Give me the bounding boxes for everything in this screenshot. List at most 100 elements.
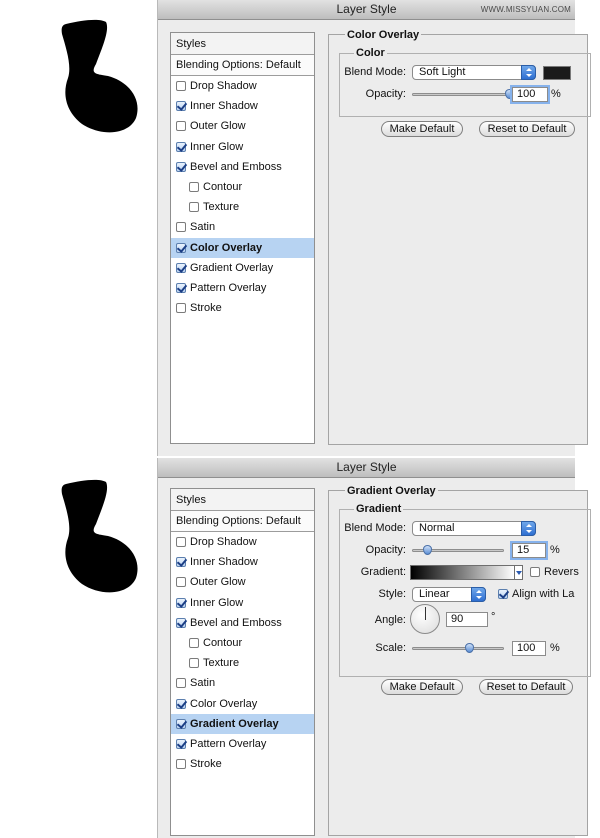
checkbox-checked-icon[interactable] [176,242,186,253]
reset-to-default-button[interactable]: Reset to Default [479,121,575,137]
opacity-unit: % [550,544,560,556]
scale-input[interactable]: 100 [512,641,546,656]
slider-thumb-icon[interactable] [464,643,474,653]
checkbox-icon[interactable] [176,537,186,548]
style-item-color-overlay[interactable]: Color Overlay [171,694,314,714]
style-item-bevel-and-emboss[interactable]: Bevel and Emboss [171,613,314,633]
style-item-texture[interactable]: Texture [171,653,314,673]
style-item-drop-shadow[interactable]: Drop Shadow [171,532,314,552]
style-item-satin[interactable]: Satin [171,217,314,237]
blending-options-item[interactable]: Blending Options: Default [171,511,314,532]
checkbox-checked-icon[interactable] [176,141,186,152]
styles-header[interactable]: Styles [171,489,314,511]
dialog-titlebar[interactable]: Layer Style WWW.MISSYUAN.COM [158,0,575,20]
style-item-satin[interactable]: Satin [171,673,314,693]
styles-header[interactable]: Styles [171,33,314,55]
make-default-button[interactable]: Make Default [381,679,463,695]
style-item-gradient-overlay[interactable]: Gradient Overlay [171,713,314,734]
opacity-input[interactable]: 100 [512,87,548,102]
style-item-label: Inner Shadow [190,556,258,569]
blend-mode-select[interactable]: Normal [412,521,536,536]
checkbox-checked-icon[interactable] [176,557,186,568]
gradient-preview[interactable] [410,565,515,580]
style-item-label: Pattern Overlay [190,281,267,294]
align-with-layer-checkbox[interactable]: Align with La [498,588,574,600]
style-item-texture[interactable]: Texture [171,197,314,217]
dropdown-arrows-icon [471,587,486,602]
reset-to-default-button[interactable]: Reset to Default [479,679,573,695]
style-item-pattern-overlay[interactable]: Pattern Overlay [171,734,314,754]
checkbox-checked-icon[interactable] [176,262,186,273]
blending-options-item[interactable]: Blending Options: Default [171,55,314,76]
style-item-inner-glow[interactable]: Inner Glow [171,593,314,613]
style-item-inner-glow[interactable]: Inner Glow [171,137,314,157]
black-blob-icon [61,479,138,593]
style-item-stroke[interactable]: Stroke [171,754,314,774]
checkbox-icon[interactable] [189,638,199,649]
blend-mode-label: Blend Mode: [344,522,406,534]
checkbox-icon[interactable] [176,222,186,233]
scale-slider[interactable] [412,643,504,653]
checkbox-icon [530,567,540,577]
checkbox-icon[interactable] [176,577,186,588]
style-item-label: Color Overlay [190,697,258,710]
style-item-label: Color Overlay [190,241,263,254]
style-item-inner-shadow[interactable]: Inner Shadow [171,96,314,116]
style-item-outer-glow[interactable]: Outer Glow [171,116,314,136]
checkbox-checked-icon[interactable] [176,738,186,749]
reverse-checkbox[interactable]: Revers [530,566,579,578]
checkbox-icon[interactable] [189,182,199,193]
opacity-slider[interactable] [412,89,514,99]
checkbox-icon[interactable] [176,678,186,689]
checkbox-checked-icon[interactable] [176,161,186,172]
angle-dial-icon[interactable] [410,604,440,634]
style-item-pattern-overlay[interactable]: Pattern Overlay [171,278,314,298]
style-item-label: Outer Glow [190,120,246,133]
slider-thumb-icon[interactable] [422,545,432,555]
checkbox-icon[interactable] [176,759,186,770]
style-item-label: Pattern Overlay [190,737,267,750]
gradient-group: Gradient Blend Mode: Normal Opacity: 15 … [339,503,591,677]
style-item-drop-shadow[interactable]: Drop Shadow [171,76,314,96]
style-select[interactable]: Linear [412,587,486,602]
style-item-contour[interactable]: Contour [171,633,314,653]
style-item-label: Texture [203,657,240,670]
checkbox-icon[interactable] [176,121,186,132]
checkbox-checked-icon[interactable] [176,617,186,628]
checkbox-checked-icon[interactable] [176,718,186,729]
styles-list: Styles Blending Options: Default Drop Sh… [170,32,315,444]
style-item-contour[interactable]: Contour [171,177,314,197]
reverse-label: Revers [544,566,579,578]
opacity-input[interactable]: 15 [512,543,546,558]
style-value: Linear [419,588,450,600]
color-swatch[interactable] [543,66,571,80]
style-item-gradient-overlay[interactable]: Gradient Overlay [171,258,314,278]
style-item-label: Bevel and Emboss [190,160,282,173]
checkbox-icon[interactable] [176,81,186,92]
gradient-dropdown-icon[interactable] [515,565,523,580]
checkbox-checked-icon[interactable] [176,282,186,293]
style-item-bevel-and-emboss[interactable]: Bevel and Emboss [171,157,314,177]
checkbox-icon[interactable] [189,658,199,669]
style-item-label: Satin [190,221,216,234]
blend-mode-label: Blend Mode: [344,66,406,78]
checkbox-checked-icon[interactable] [176,101,186,112]
opacity-slider[interactable] [412,545,504,555]
style-item-label: Texture [203,201,240,214]
dialog-titlebar[interactable]: Layer Style [158,458,575,478]
panel-title: Color Overlay [345,29,422,41]
style-item-inner-shadow[interactable]: Inner Shadow [171,552,314,572]
make-default-button[interactable]: Make Default [381,121,463,137]
checkbox-icon[interactable] [176,303,186,314]
blend-mode-select[interactable]: Soft Light [412,65,536,80]
style-item-outer-glow[interactable]: Outer Glow [171,572,314,592]
color-overlay-panel: Color Overlay Color Blend Mode: Soft Lig… [328,29,591,445]
style-item-stroke[interactable]: Stroke [171,298,314,318]
checkbox-icon[interactable] [189,202,199,213]
checkbox-checked-icon[interactable] [176,698,186,709]
style-item-color-overlay[interactable]: Color Overlay [171,237,314,258]
angle-input[interactable]: 90 [446,612,488,627]
blend-mode-value: Soft Light [419,66,466,78]
gradient-label: Gradient: [360,566,406,578]
checkbox-checked-icon[interactable] [176,597,186,608]
